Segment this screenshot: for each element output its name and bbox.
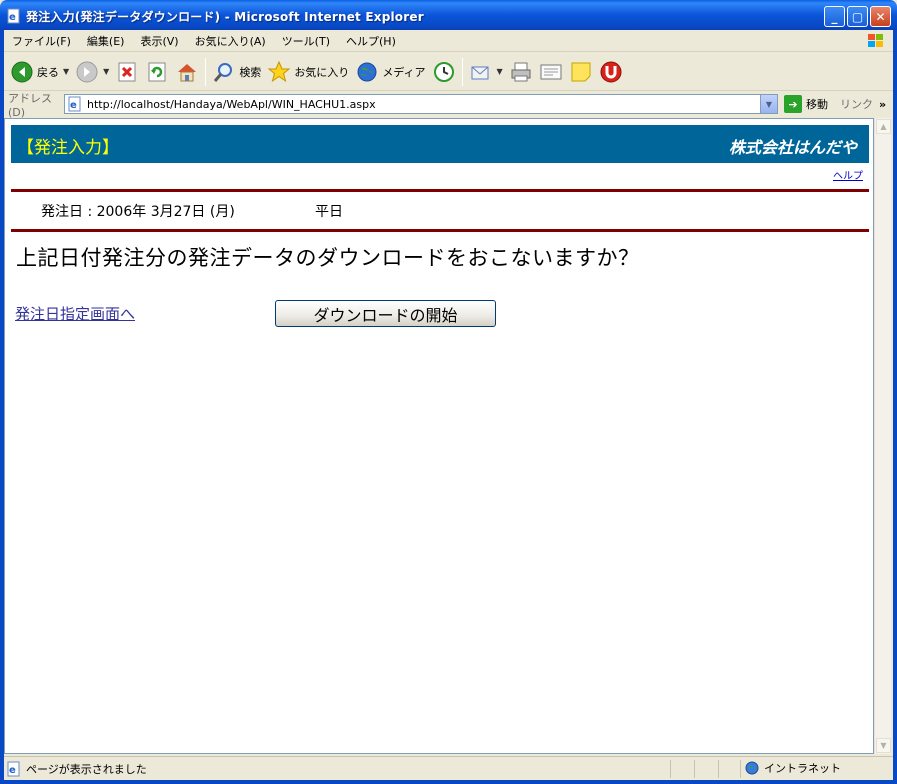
forward-arrow-icon <box>76 61 98 82</box>
printer-icon <box>511 62 531 81</box>
window-title-bar[interactable]: e 発注入力(発注データダウンロード) - Microsoft Internet… <box>0 0 897 30</box>
forward-button[interactable]: ▼ <box>75 60 109 84</box>
order-date-label: 発注日 : 2006年 3月27日 (月) <box>41 204 235 220</box>
scroll-up-icon[interactable]: ▲ <box>876 119 891 134</box>
status-pane <box>670 760 671 778</box>
media-globe-icon <box>357 62 377 81</box>
notes-button[interactable] <box>569 60 593 84</box>
address-label: アドレス(D) <box>8 91 52 119</box>
company-name: 株式会社はんだや <box>728 138 857 157</box>
menu-view[interactable]: 表示(V) <box>132 33 186 49</box>
day-type-label: 平日 <box>315 204 343 220</box>
sticky-note-icon <box>571 62 591 81</box>
edit-document-icon <box>540 64 562 79</box>
status-bar: e ページが表示されました イントラネット <box>4 756 893 780</box>
maximize-button[interactable]: ▢ <box>847 6 868 27</box>
menu-file[interactable]: ファイル(F) <box>4 33 79 49</box>
refresh-button[interactable] <box>145 60 169 84</box>
address-bar: アドレス(D) e http://localhost/Handaya/WebAp… <box>4 91 893 119</box>
ie-page-icon: e <box>7 761 20 776</box>
menu-edit[interactable]: 編集(E) <box>79 33 133 49</box>
stop-icon <box>118 62 136 81</box>
ie-page-icon: e <box>68 96 81 112</box>
intranet-globe-icon <box>745 761 759 775</box>
chevron-down-icon[interactable]: ▼ <box>103 67 109 76</box>
media-label: メディア <box>382 65 426 79</box>
chevron-down-icon[interactable]: ▼ <box>63 67 69 76</box>
help-link[interactable]: ヘルプ <box>833 167 863 182</box>
minimize-button[interactable]: _ <box>824 6 845 27</box>
ie-page-icon: e <box>7 8 20 24</box>
scroll-down-icon[interactable]: ▼ <box>876 738 891 753</box>
close-button[interactable]: ✕ <box>870 6 891 27</box>
page-title: 【発注入力】 <box>17 138 119 158</box>
svg-text:e: e <box>9 12 16 23</box>
history-icon <box>433 61 454 82</box>
svg-text:e: e <box>9 765 16 776</box>
toolbar-separator <box>205 57 207 86</box>
home-icon <box>178 63 197 81</box>
home-button[interactable] <box>175 60 199 84</box>
window-frame-bottom <box>0 780 897 784</box>
divider-top <box>11 189 869 192</box>
stop-button[interactable] <box>115 60 139 84</box>
go-label: 移動 <box>806 98 828 111</box>
address-url[interactable]: http://localhost/Handaya/WebApl/WIN_HACH… <box>87 98 376 111</box>
menu-help[interactable]: ヘルプ(H) <box>338 33 404 49</box>
chevron-down-icon[interactable]: ▼ <box>497 67 503 76</box>
vertical-scrollbar[interactable]: ▲ ▼ <box>874 118 891 754</box>
favorites-label: お気に入り <box>294 65 350 79</box>
confirmation-question: 上記日付発注分の発注データのダウンロードをおこないますか？ <box>16 246 640 270</box>
star-icon <box>267 60 291 82</box>
refresh-icon <box>148 62 166 81</box>
back-label: 戻る <box>37 65 59 79</box>
window-title: 発注入力(発注データダウンロード) - Microsoft Internet E… <box>26 10 424 24</box>
addon-u-icon <box>600 61 622 82</box>
window-frame-right <box>893 30 897 784</box>
status-pane <box>718 760 719 778</box>
start-download-button[interactable]: ダウンロードの開始 <box>275 300 496 327</box>
mail-button[interactable]: ▼ <box>469 60 503 84</box>
go-arrow-icon: ➔ <box>784 95 802 113</box>
browser-content: 【発注入力】 株式会社はんだや ヘルプ 発注日 : 2006年 3月27日 (月… <box>4 118 874 754</box>
maximize-icon: ▢ <box>851 9 864 24</box>
security-zone: イントラネット <box>744 760 841 776</box>
media-button[interactable]: メディア <box>355 60 426 84</box>
minimize-icon: _ <box>831 9 838 24</box>
menu-favorites[interactable]: お気に入り(A) <box>187 33 274 49</box>
toolbar-separator <box>461 57 463 86</box>
status-pane <box>694 760 695 778</box>
links-button[interactable]: リンク <box>840 96 873 112</box>
history-button[interactable] <box>432 60 456 84</box>
status-text: ページが表示されました <box>26 762 147 776</box>
mail-icon <box>471 66 489 79</box>
toolbar: 戻る ▼ ▼ 検索 お気に入り メディア ▼ <box>4 53 893 91</box>
divider-bottom <box>11 229 869 232</box>
go-button[interactable]: ➔ 移動 <box>784 95 828 113</box>
print-button[interactable] <box>509 60 533 84</box>
address-input[interactable]: e http://localhost/Handaya/WebApl/WIN_HA… <box>64 94 778 114</box>
favorites-button[interactable]: お気に入り <box>267 60 349 84</box>
menu-bar: ファイル(F) 編集(E) 表示(V) お気に入り(A) ツール(T) ヘルプ(… <box>4 30 893 52</box>
status-pane <box>740 760 741 778</box>
edit-button[interactable] <box>539 60 563 84</box>
back-button[interactable]: 戻る ▼ <box>10 60 69 84</box>
page-header: 【発注入力】 株式会社はんだや <box>11 125 869 163</box>
search-icon <box>214 62 233 82</box>
back-to-date-selection-link[interactable]: 発注日指定画面へ <box>15 303 135 324</box>
search-button[interactable]: 検索 <box>212 60 261 84</box>
close-icon: ✕ <box>875 9 886 24</box>
chevron-right-icon[interactable]: » <box>879 98 886 111</box>
windows-logo-icon <box>868 34 883 47</box>
menu-tools[interactable]: ツール(T) <box>274 33 338 49</box>
search-label: 検索 <box>239 65 262 79</box>
addon-button[interactable] <box>599 60 623 84</box>
chevron-down-icon[interactable]: ▼ <box>760 95 777 113</box>
security-zone-label: イントラネット <box>764 762 841 775</box>
back-arrow-icon <box>11 61 33 82</box>
svg-text:e: e <box>70 100 77 111</box>
